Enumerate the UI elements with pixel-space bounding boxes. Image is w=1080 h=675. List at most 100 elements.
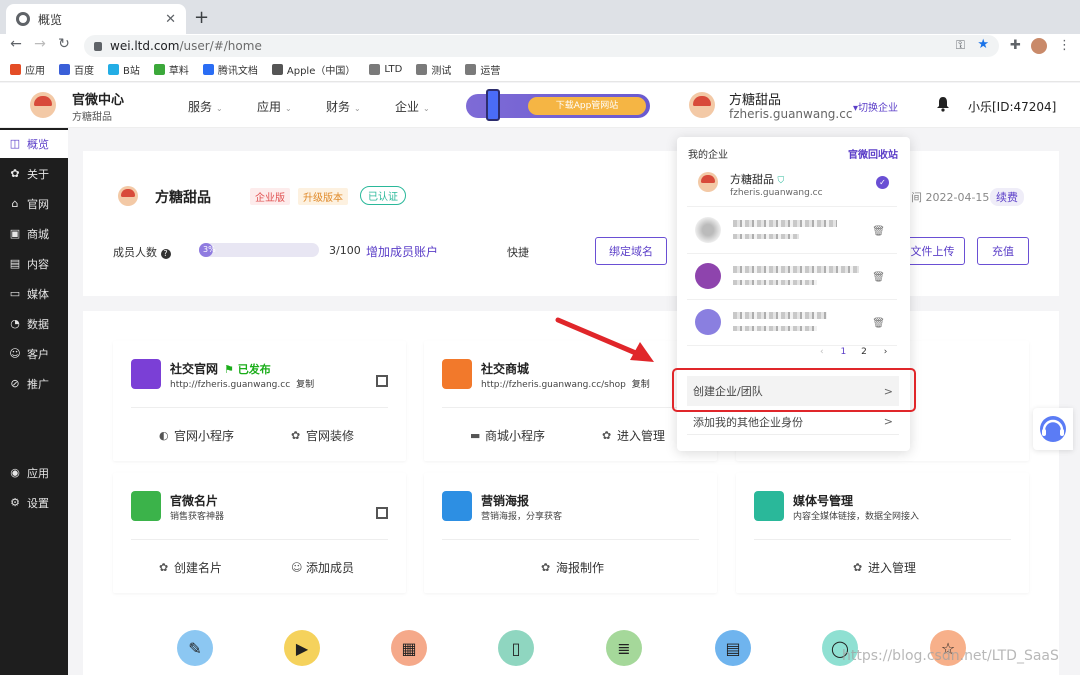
sidebar-item-website[interactable]: ⌂ 官网 <box>0 190 68 218</box>
close-tab-icon[interactable]: ✕ <box>165 12 176 27</box>
play-icon[interactable]: ▶ <box>284 630 320 666</box>
bookmark-label: Apple（中国） <box>286 66 356 77</box>
user-account[interactable]: 小乐[ID:47204] <box>968 98 1056 115</box>
card-action[interactable]: ✿ 海报制作 <box>541 559 604 576</box>
sidebar-item-label: 概览 <box>27 138 49 151</box>
watermark: https://blog.csdn.net/LTD_SaaS <box>842 648 1059 664</box>
chevron-down-icon: ⌄ <box>285 104 292 113</box>
edit-icon[interactable]: ✎ <box>177 630 213 666</box>
sidebar-item-media[interactable]: ▭ 媒体 <box>0 280 68 308</box>
topnav-item-0[interactable]: 服务 ⌄ <box>188 98 223 115</box>
sidebar-item-apps[interactable]: ◉ 应用 <box>0 459 68 487</box>
switch-company-button[interactable]: ▾切换企业 <box>853 99 898 114</box>
bookmark-item[interactable]: Apple（中国） <box>271 62 356 77</box>
topnav-item-3[interactable]: 企业 ⌄ <box>395 98 430 115</box>
recharge-button[interactable]: 充值 <box>977 237 1029 265</box>
card-action[interactable]: ▬ 商城小程序 <box>470 427 545 444</box>
bookmark-star-icon[interactable]: ★ <box>977 37 989 52</box>
next-page-icon[interactable]: › <box>884 347 888 357</box>
company-avatar <box>118 186 138 206</box>
forward-icon[interactable]: → <box>30 36 50 52</box>
card-action-label: 商城小程序 <box>485 429 546 443</box>
card-action[interactable]: ✿ 进入管理 <box>602 427 665 444</box>
trash-icon[interactable]: 🗑 <box>872 318 885 329</box>
card-action-label: 官网装修 <box>306 429 355 443</box>
sidebar-item-settings[interactable]: ⚙ 设置 <box>0 489 68 517</box>
company-option-current[interactable]: 方糖甜品 ⛉ fzheris.guanwang.cc ✓ <box>687 161 897 207</box>
bookmark-label: 腾讯文档 <box>217 66 258 77</box>
bookmark-label: 应用 <box>25 66 45 77</box>
bookmark-item[interactable]: 应用 <box>10 62 45 77</box>
card-title: 官微名片 <box>170 494 219 508</box>
prev-page-icon[interactable]: ‹ <box>820 347 824 357</box>
menu-icon[interactable]: ⋮ <box>1058 38 1071 53</box>
brand-subtitle: 方糖甜品 <box>72 112 112 123</box>
chevron-down-icon: ⌄ <box>423 104 430 113</box>
card-action[interactable]: ☺ 添加成员 <box>291 559 354 576</box>
promo-banner[interactable]: 下载App管网站 <box>466 89 650 121</box>
bell-icon[interactable] <box>936 96 950 112</box>
company-option-blurred-3[interactable]: 🗑 <box>687 300 897 346</box>
book-icon[interactable]: ▯ <box>498 630 534 666</box>
bookmark-item[interactable]: B站 <box>108 62 140 77</box>
bind-domain-button[interactable]: 绑定域名 <box>595 237 667 265</box>
trash-icon[interactable]: 🗑 <box>872 272 885 283</box>
card-action[interactable]: ✿ 进入管理 <box>853 559 916 576</box>
help-icon[interactable]: ? <box>160 249 171 259</box>
card-subtitle: 营销海报，分享获客 <box>481 512 563 522</box>
copy-link[interactable]: 复制 <box>632 380 650 390</box>
bookmark-item[interactable]: 测试 <box>416 62 451 77</box>
extensions-icon[interactable]: ✚ <box>1010 38 1021 53</box>
reload-icon[interactable]: ↻ <box>54 36 74 52</box>
members-label: 成员人数 ? <box>113 244 171 260</box>
card-action[interactable]: ◐ 官网小程序 <box>159 427 234 444</box>
box-icon[interactable]: ▦ <box>391 630 427 666</box>
sidebar-item-promote[interactable]: ⊘ 推广 <box>0 370 68 398</box>
trash-icon[interactable]: 🗑 <box>872 226 885 237</box>
topnav-item-2[interactable]: 财务 ⌄ <box>326 98 361 115</box>
badge-verified: 已认证 <box>360 186 406 205</box>
badge-upgrade[interactable]: 升级版本 <box>298 188 348 205</box>
page-1[interactable]: 1 <box>840 347 846 357</box>
key-icon[interactable]: ⚿ <box>956 38 965 53</box>
qr-code-icon[interactable] <box>376 507 388 519</box>
bookmark-item[interactable]: LTD <box>369 64 402 75</box>
add-members-link[interactable]: 增加成员账户 <box>366 243 438 260</box>
company-option-blurred-1[interactable]: 🗑 <box>687 208 897 254</box>
download-app-button[interactable]: 下载App管网站 <box>528 97 646 115</box>
url-bar[interactable]: wei.ltd.com/user/#/home ⚿ ★ <box>84 35 999 57</box>
recycle-bin-link[interactable]: 官微回收站 <box>848 146 898 161</box>
topnav-label: 服务 <box>188 100 213 114</box>
topnav-label: 应用 <box>257 100 282 114</box>
sidebar-item-about[interactable]: ✿ 关于 <box>0 160 68 188</box>
back-icon[interactable]: ← <box>6 36 26 52</box>
sidebar-item-mall[interactable]: ▣ 商城 <box>0 220 68 248</box>
card-action[interactable]: ✿ 创建名片 <box>159 559 222 576</box>
sidebar-item-label: 关于 <box>27 168 49 181</box>
bookmark-item[interactable]: 百度 <box>59 62 94 77</box>
page-2[interactable]: 2 <box>861 347 867 357</box>
bookmark-item[interactable]: 运营 <box>465 62 500 77</box>
promote-icon: ⊘ <box>10 377 20 390</box>
add-other-identity-item[interactable]: 添加我的其他企业身份 > <box>687 409 899 435</box>
sidebar-item-data[interactable]: ◔ 数据 <box>0 310 68 338</box>
sidebar-item-customer[interactable]: ☺ 客户 <box>0 340 68 368</box>
browser-tab[interactable]: 概览 ✕ <box>6 4 186 34</box>
sidebar-item-overview[interactable]: ◫ 概览 <box>0 130 68 158</box>
new-tab-button[interactable]: + <box>194 7 209 28</box>
profile-avatar[interactable] <box>1031 38 1047 54</box>
tab-title: 概览 <box>38 12 63 27</box>
qr-code-icon[interactable] <box>376 375 388 387</box>
copy-link[interactable]: 复制 <box>296 380 314 390</box>
doc-icon[interactable]: ≣ <box>606 630 642 666</box>
sidebar-item-content[interactable]: ▤ 内容 <box>0 250 68 278</box>
card-action[interactable]: ✿ 官网装修 <box>291 427 354 444</box>
renew-button[interactable]: 续费 <box>990 188 1024 206</box>
bookmark-item[interactable]: 草料 <box>153 62 189 77</box>
customer-support-button[interactable] <box>1033 408 1073 450</box>
topnav-item-1[interactable]: 应用 ⌄ <box>257 98 292 115</box>
company-option-blurred-2[interactable]: 🗑 <box>687 254 897 300</box>
inbox-icon[interactable]: ▤ <box>715 630 751 666</box>
bookmark-item[interactable]: 腾讯文档 <box>202 62 258 77</box>
customer-icon: ☺ <box>9 347 21 360</box>
